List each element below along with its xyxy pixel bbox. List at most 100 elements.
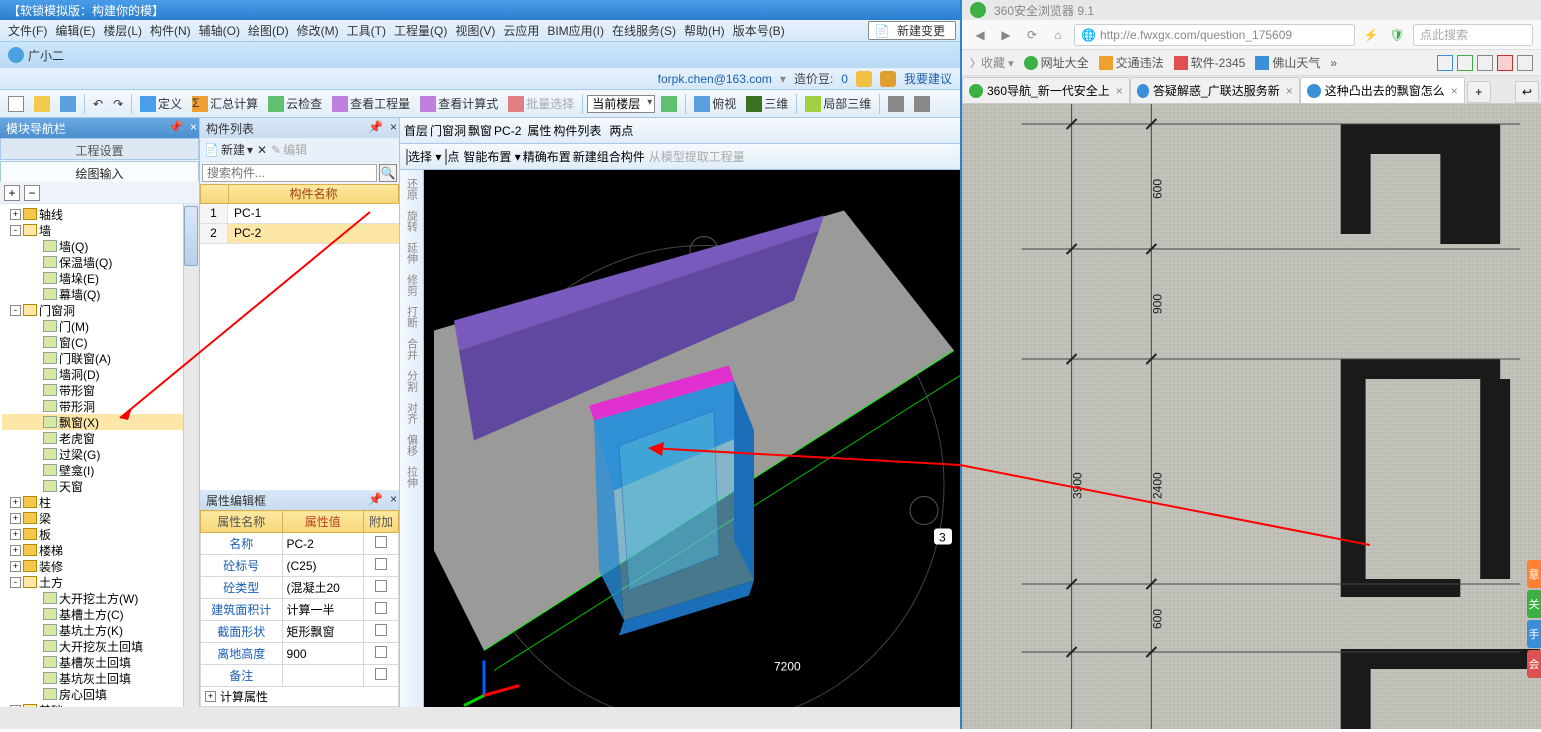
local3d-button[interactable]: 局部三维: [801, 93, 875, 114]
floor-combo[interactable]: 当前楼层: [587, 95, 655, 113]
topview-button[interactable]: 俯视: [690, 93, 740, 114]
batch-button[interactable]: 批量选择: [504, 93, 578, 114]
tree-node[interactable]: -墙: [2, 222, 197, 238]
side-tool[interactable]: 修剪: [404, 274, 420, 296]
property-row[interactable]: 备注: [201, 665, 399, 687]
side-tool[interactable]: 还原: [404, 178, 420, 200]
tree-node[interactable]: +柱: [2, 494, 197, 510]
tb-extra2[interactable]: [910, 94, 934, 114]
model-button[interactable]: 从模型提取工程量: [649, 148, 745, 165]
bookmark-more[interactable]: »: [1330, 56, 1337, 70]
pin-icon[interactable]: 📌: [368, 120, 383, 134]
menu-help[interactable]: 帮助(H): [680, 20, 729, 41]
reload-button[interactable]: ⟳: [1022, 25, 1042, 45]
side-tab-1[interactable]: 意: [1527, 560, 1541, 588]
tree-node[interactable]: +板: [2, 526, 197, 542]
tree-node[interactable]: 保温墙(Q): [2, 254, 197, 270]
lightning-icon[interactable]: ⚡: [1361, 25, 1381, 45]
save-button[interactable]: [56, 94, 80, 114]
tree-node[interactable]: +装修: [2, 558, 197, 574]
menu-tools[interactable]: 工具(T): [343, 20, 390, 41]
ext-icon-2[interactable]: [1457, 55, 1473, 71]
tree-node[interactable]: 大开挖灰土回填: [2, 638, 197, 654]
side-tool[interactable]: 分割: [404, 370, 420, 392]
tree-node[interactable]: +梁: [2, 510, 197, 526]
back-button[interactable]: ◀: [970, 25, 990, 45]
tree-node[interactable]: 飘窗(X): [2, 414, 197, 430]
undo-button[interactable]: ↶: [89, 95, 107, 113]
tree-node[interactable]: 幕墙(Q): [2, 286, 197, 302]
menu-modify[interactable]: 修改(M): [293, 20, 343, 41]
menu-online[interactable]: 在线服务(S): [608, 20, 680, 41]
side-tool[interactable]: 合并: [404, 338, 420, 360]
shield-icon[interactable]: 🛡: [1387, 25, 1407, 45]
tab-project-settings[interactable]: 工程设置: [0, 138, 199, 159]
search-go-button[interactable]: 🔍: [379, 164, 397, 182]
property-row[interactable]: 名称PC-2: [201, 533, 399, 555]
tree-node[interactable]: 壁龛(I): [2, 462, 197, 478]
viewqty-button[interactable]: 查看工程量: [328, 93, 414, 114]
ext-icon-3[interactable]: [1477, 55, 1493, 71]
search-input[interactable]: [202, 164, 377, 182]
combo-button[interactable]: 新建组合构件: [573, 148, 645, 165]
menu-floor[interactable]: 楼层(L): [99, 20, 146, 41]
new-change-button[interactable]: 📄 新建变更: [868, 21, 956, 40]
item-select[interactable]: PC-2: [494, 124, 521, 138]
two-point-button[interactable]: 两点: [609, 122, 633, 139]
property-row[interactable]: 砼类型(混凝土20: [201, 577, 399, 599]
tree-node[interactable]: -土方: [2, 574, 197, 590]
property-row[interactable]: 离地高度900: [201, 643, 399, 665]
tree-node[interactable]: +轴线: [2, 206, 197, 222]
tab-draw-input[interactable]: 绘图输入: [0, 161, 199, 182]
browser-tab-3[interactable]: 这种凸出去的飘窗怎么×: [1300, 77, 1465, 103]
menu-bim[interactable]: BIM应用(I): [543, 20, 608, 41]
bookmark-4[interactable]: 佛山天气: [1255, 54, 1320, 71]
bookmark-3[interactable]: 软件-2345: [1174, 54, 1246, 71]
side-tool[interactable]: 打断: [404, 306, 420, 328]
tree-scrollbar[interactable]: [183, 204, 199, 707]
smart-button[interactable]: 智能布置 ▾: [463, 148, 520, 165]
point-button[interactable]: 点: [445, 148, 459, 165]
list-button[interactable]: 构件列表: [553, 122, 601, 139]
email-link[interactable]: forpk.chen@163.com: [658, 72, 772, 86]
bookmark-2[interactable]: 交通违法: [1099, 54, 1164, 71]
tree-node[interactable]: 天窗: [2, 478, 197, 494]
side-tool[interactable]: 对齐: [404, 402, 420, 424]
restore-tab-button[interactable]: ↩: [1515, 81, 1539, 103]
tree-node[interactable]: 房心回填: [2, 686, 197, 702]
menu-cloud[interactable]: 云应用: [499, 20, 543, 41]
new-button[interactable]: [4, 94, 28, 114]
tree-node[interactable]: 基槽土方(C): [2, 606, 197, 622]
tree-node[interactable]: 大开挖土方(W): [2, 590, 197, 606]
new-tab-button[interactable]: +: [1467, 81, 1491, 103]
component-row[interactable]: 1PC-1: [200, 204, 399, 224]
browser-tab-2[interactable]: 答疑解惑_广联达服务新×: [1130, 77, 1300, 103]
browser-search[interactable]: 点此搜索: [1413, 24, 1533, 46]
close-icon[interactable]: ×: [390, 120, 397, 134]
suggest-link[interactable]: 我要建议: [904, 70, 952, 87]
menu-file[interactable]: 文件(F): [4, 20, 51, 41]
sum-button[interactable]: Σ汇总计算: [188, 93, 262, 114]
redo-button[interactable]: ↷: [109, 95, 127, 113]
ext-icon-4[interactable]: [1517, 55, 1533, 71]
tree-node[interactable]: 带形窗: [2, 382, 197, 398]
tree-node[interactable]: 基坑灰土回填: [2, 670, 197, 686]
menu-component[interactable]: 构件(N): [146, 20, 195, 41]
tree-node[interactable]: -基础: [2, 702, 197, 707]
tb-extra1[interactable]: [884, 94, 908, 114]
browser-tab-1[interactable]: 360导航_新一代安全上×: [962, 77, 1130, 103]
ext-icon-1[interactable]: [1437, 55, 1453, 71]
tree-node[interactable]: 基坑土方(K): [2, 622, 197, 638]
tree-node[interactable]: -门窗洞: [2, 302, 197, 318]
property-row[interactable]: 截面形状矩形飘窗: [201, 621, 399, 643]
menu-version[interactable]: 版本号(B): [729, 20, 789, 41]
open-button[interactable]: [30, 94, 54, 114]
component-row[interactable]: 2PC-2: [200, 224, 399, 244]
new-component-button[interactable]: 📄 新建 ▾: [204, 141, 253, 158]
tree-node[interactable]: 墙洞(D): [2, 366, 197, 382]
side-tab-3[interactable]: 手: [1527, 620, 1541, 648]
property-row[interactable]: 砼标号(C25): [201, 555, 399, 577]
close-icon[interactable]: ×: [390, 492, 397, 506]
cat-select[interactable]: 门窗洞: [430, 122, 466, 139]
edit-component-button[interactable]: ✎ 编辑: [271, 141, 307, 158]
